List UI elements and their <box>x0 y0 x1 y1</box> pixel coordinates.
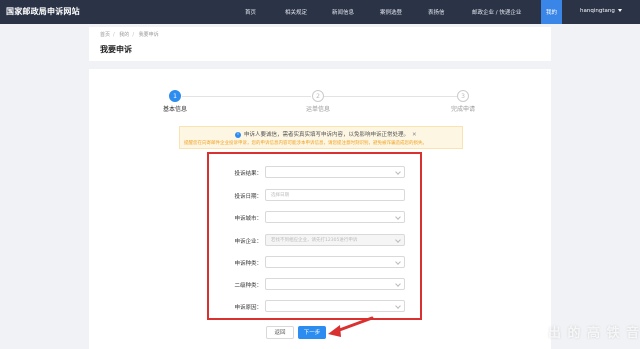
breadcrumb-current: 我要申诉 <box>138 32 159 38</box>
close-icon[interactable]: ✕ <box>412 132 417 138</box>
step-connector <box>182 96 311 97</box>
site-title[interactable]: 国家邮政局申诉网站 <box>6 6 80 17</box>
back-button[interactable]: 返回 <box>266 326 294 339</box>
chevron-down-icon <box>395 303 401 309</box>
breadcrumb-separator: / <box>132 32 134 38</box>
next-button[interactable]: 下一步 <box>298 326 326 339</box>
chevron-down-icon <box>395 237 401 243</box>
watermark: 出 的 高 铁 音 <box>548 326 640 341</box>
company-label: 申诉企业： <box>234 239 262 245</box>
complaint-result-select[interactable] <box>265 166 405 178</box>
step-2-indicator: 2 <box>312 90 324 102</box>
type-label: 申诉种类： <box>234 261 262 267</box>
top-nav: 国家邮政局申诉网站 首页 相关规定 新闻信息 案例选登 表扬信 邮政企业 / 快… <box>0 0 640 24</box>
nav-mine[interactable]: 我的 <box>541 0 563 24</box>
step-1-label: 基本信息 <box>162 106 187 113</box>
step-3-label: 完成申请 <box>450 106 475 113</box>
nav-cases[interactable]: 案例选登 <box>380 8 402 16</box>
notice-info-text: 申诉人要诚信，需者实真实填写申诉内容，以免影响申诉正常处理。 <box>244 132 410 138</box>
notice-info: i 申诉人要诚信，需者实真实填写申诉内容，以免影响申诉正常处理。 ✕ <box>235 130 417 138</box>
subtype-select[interactable] <box>265 278 405 290</box>
chevron-down-icon <box>617 9 622 12</box>
chevron-down-icon <box>395 259 401 265</box>
nav-news[interactable]: 新闻信息 <box>332 8 354 16</box>
nav-home[interactable]: 首页 <box>245 8 256 16</box>
subtype-label: 二级种类： <box>234 283 262 289</box>
chevron-down-icon <box>395 214 401 220</box>
user-menu[interactable]: hanqingtang <box>580 8 622 14</box>
nav-praise[interactable]: 表扬信 <box>428 8 445 16</box>
complaint-result-label: 投诉结果： <box>234 171 262 177</box>
pointer-arrow-icon <box>328 316 374 337</box>
breadcrumb-home[interactable]: 首页 <box>100 32 110 38</box>
chevron-down-icon <box>395 281 401 287</box>
notice-warning-text: 提醒您在向寄邮件企业投诉申诉，您的申诉信息内容可能涉本申诉信息，请您提注意时刻识… <box>184 141 427 146</box>
step-2-label: 运单信息 <box>305 106 330 113</box>
city-select[interactable] <box>265 211 405 223</box>
page-title: 我要申诉 <box>100 45 132 54</box>
page-header: 首页 / 我的 / 我要申诉 我要申诉 <box>89 27 551 61</box>
type-select[interactable] <box>265 256 405 268</box>
nav-regulations[interactable]: 相关规定 <box>285 8 307 16</box>
breadcrumb: 首页 / 我的 / 我要申诉 <box>100 31 162 38</box>
breadcrumb-mine[interactable]: 我的 <box>119 32 129 38</box>
username: hanqingtang <box>580 8 615 14</box>
chevron-down-icon <box>395 169 401 175</box>
step-1-indicator: 1 <box>169 90 181 102</box>
nav-companies[interactable]: 邮政企业 / 快递企业 <box>472 8 521 16</box>
notice-banner: i 申诉人要诚信，需者实真实填写申诉内容，以免影响申诉正常处理。 ✕ 提醒您在向寄邮… <box>179 126 463 149</box>
complaint-date-label: 投诉日期： <box>234 194 262 200</box>
step-connector <box>324 96 457 97</box>
reason-label: 申诉原因： <box>234 305 262 311</box>
company-select[interactable]: 若找不到相应企业，请先打12305进行申诉 <box>265 234 405 246</box>
company-placeholder: 若找不到相应企业，请先打12305进行申诉 <box>271 238 358 243</box>
info-icon: i <box>235 131 241 138</box>
breadcrumb-separator: / <box>113 32 115 38</box>
complaint-date-input[interactable]: 选择日期 <box>265 189 405 201</box>
date-placeholder: 选择日期 <box>271 193 289 198</box>
reason-select[interactable] <box>265 300 405 312</box>
step-3-indicator: 3 <box>457 90 469 102</box>
city-label: 申诉城市： <box>234 216 262 222</box>
